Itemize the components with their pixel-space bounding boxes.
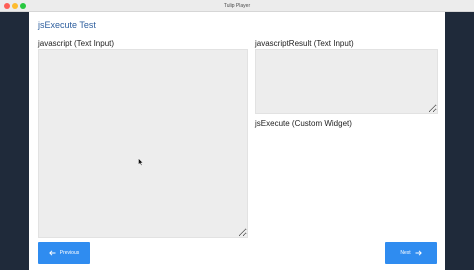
- javascript-input-label: javascript (Text Input): [38, 39, 115, 48]
- arrow-right-icon: [415, 250, 422, 256]
- next-button[interactable]: Next: [385, 242, 437, 264]
- page-title: jsExecute Test: [38, 20, 96, 30]
- window-title: Tulip Player: [223, 3, 251, 9]
- previous-button-label: Previous: [59, 250, 80, 256]
- jsexecute-custom-widget[interactable]: [255, 130, 438, 190]
- app-page: jsExecute Test javascript (Text Input) j…: [29, 12, 445, 270]
- next-button-label: Next: [400, 250, 411, 256]
- right-background-panel: [445, 12, 474, 270]
- javascript-text-input[interactable]: [38, 49, 248, 238]
- javascript-result-text-input[interactable]: [255, 49, 438, 114]
- previous-button[interactable]: Previous: [38, 242, 90, 264]
- window-titlebar: Tulip Player: [0, 0, 474, 12]
- jsexecute-custom-widget-label: jsExecute (Custom Widget): [255, 119, 352, 128]
- javascript-result-input-label: javascriptResult (Text Input): [255, 39, 354, 48]
- left-background-panel: [0, 12, 29, 270]
- mouse-pointer-icon: [138, 153, 144, 166]
- arrow-left-icon: [48, 250, 56, 256]
